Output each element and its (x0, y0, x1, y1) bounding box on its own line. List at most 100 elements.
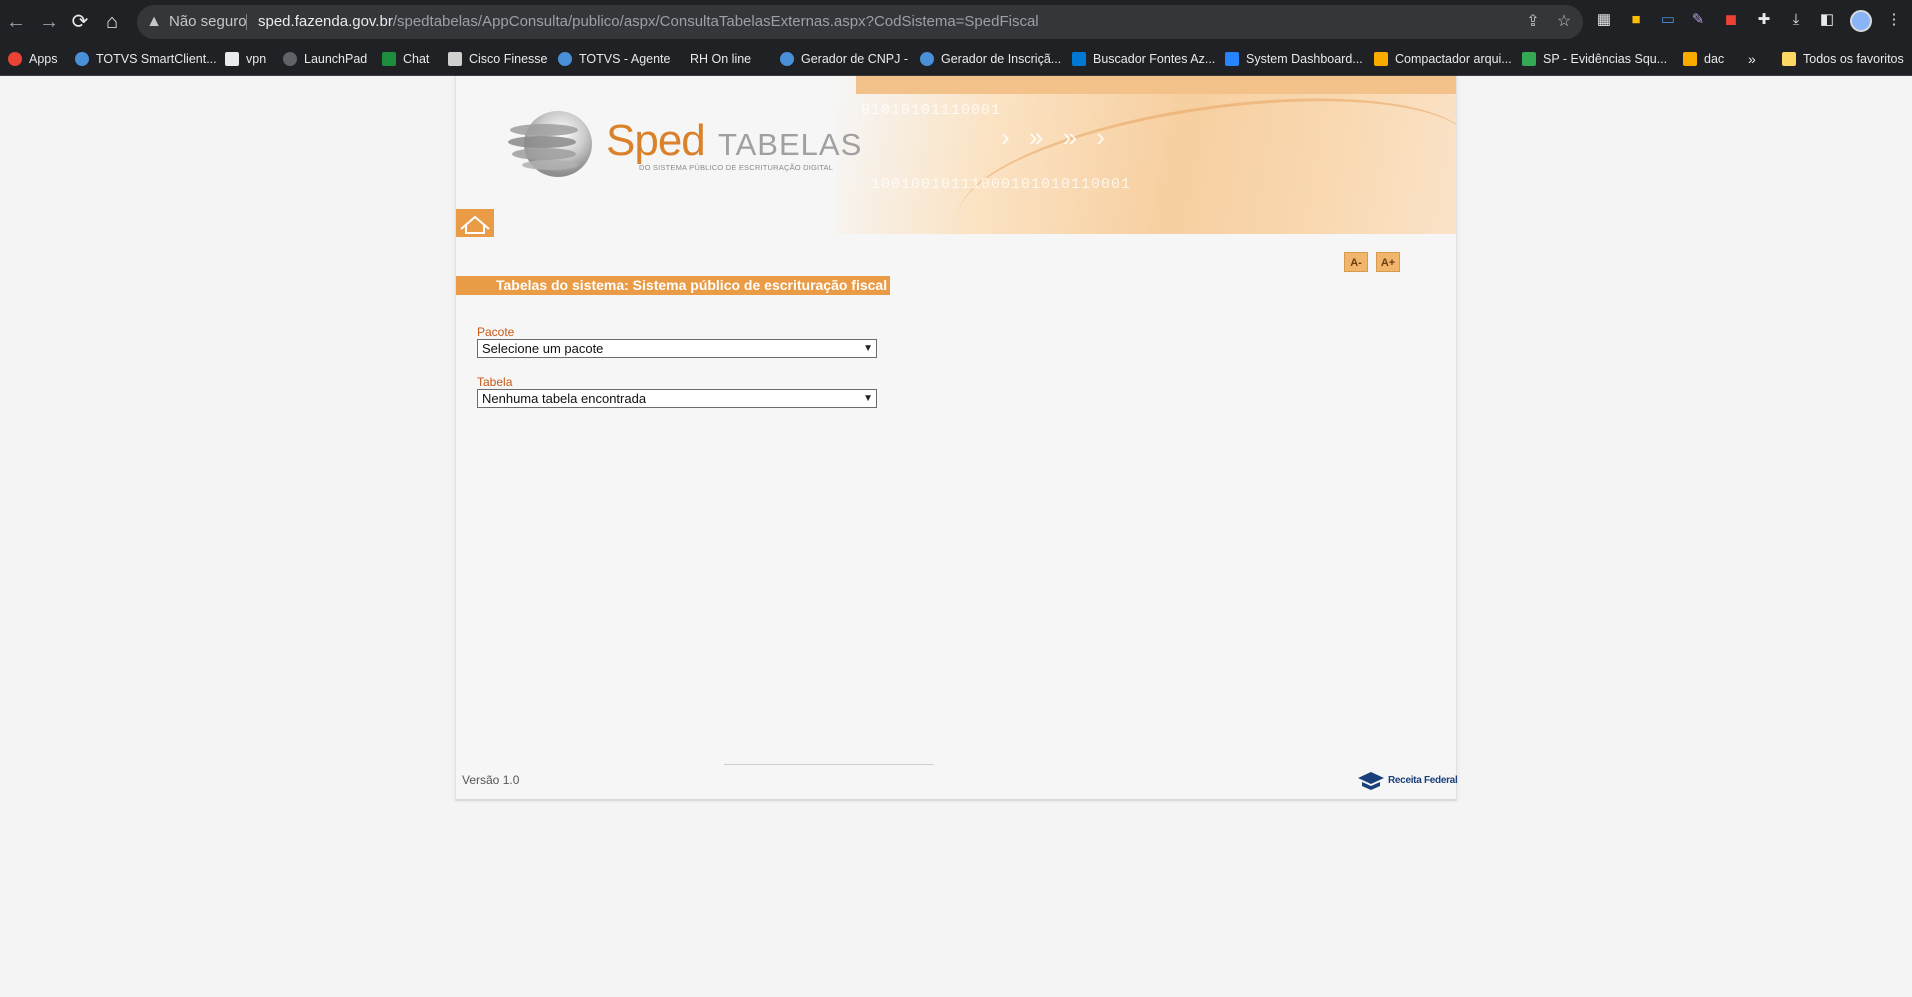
all-bookmarks-label: Todos os favoritos (1803, 52, 1904, 66)
font-decrease-button[interactable]: A- (1344, 252, 1368, 272)
menu-kebab-icon[interactable]: ⋮ (1885, 11, 1903, 29)
bookmark-label: Apps (29, 52, 58, 66)
house-icon (460, 215, 490, 234)
bookmark-item[interactable]: System Dashboard... (1225, 50, 1363, 69)
url-path: /spedtabelas/AppConsulta/publico/aspx/Co… (392, 13, 1039, 30)
page-icon (225, 51, 239, 66)
pen-extension-icon[interactable]: ✎ (1689, 11, 1707, 29)
totvs-icon (75, 51, 89, 66)
security-label[interactable]: Não seguro (169, 13, 247, 31)
warning-icon[interactable]: ▲ (145, 13, 163, 31)
bookmark-label: LaunchPad (304, 52, 368, 66)
azure-icon (1072, 51, 1086, 66)
receita-federal-text: Receita Federal (1388, 775, 1458, 786)
notes-extension-icon[interactable]: ■ (1627, 11, 1645, 29)
bookmark-label: Gerador de CNPJ - (801, 52, 908, 66)
bookmark-item[interactable]: RH On line (690, 50, 751, 69)
bookmark-item[interactable]: vpn (225, 50, 266, 69)
forward-icon[interactable]: → (37, 10, 61, 34)
bookmark-star-icon[interactable]: ☆ (1554, 12, 1574, 32)
tabela-select[interactable]: Nenhuma tabela encontrada ▼ (477, 389, 877, 408)
chevron-down-icon: ▼ (863, 393, 873, 404)
section-title: Tabelas do sistema: Sistema público de e… (456, 276, 890, 295)
banner-binary-top: 01010101110001 (861, 102, 1002, 119)
compress-icon (1374, 51, 1388, 66)
color-extension-icon[interactable]: ◼ (1722, 11, 1740, 29)
bookmark-item[interactable]: Apps (8, 50, 58, 69)
back-icon[interactable]: ← (4, 10, 28, 34)
generator-icon (920, 51, 934, 66)
banner-stripe (856, 76, 1456, 94)
bookmark-item[interactable]: SP - Evidências Squ... (1522, 50, 1667, 69)
bookmark-label: System Dashboard... (1246, 52, 1363, 66)
profile-avatar[interactable] (1850, 10, 1872, 32)
cisco-icon (448, 51, 462, 66)
browser-toolbar: ← → ⟳ ⌂ ▲ Não seguro sped.fazenda.gov.br… (0, 0, 1912, 44)
logo-subtitle: DO SISTEMA PÚBLICO DE ESCRITURAÇÃO DIGIT… (639, 163, 834, 172)
download-icon[interactable]: ⤓ (1787, 11, 1805, 29)
address-bar[interactable]: ▲ Não seguro sped.fazenda.gov.br/spedtab… (137, 5, 1583, 39)
bookmark-item[interactable]: dac (1683, 50, 1724, 69)
chat-icon (382, 51, 396, 66)
totvs-icon (558, 51, 572, 66)
bookmark-label: TOTVS SmartClient... (96, 52, 217, 66)
bookmark-label: Cisco Finesse (469, 52, 548, 66)
bookmark-item[interactable]: Gerador de CNPJ - (780, 50, 908, 69)
tabela-label: Tabela (477, 375, 513, 389)
share-icon[interactable]: ⇪ (1523, 12, 1543, 32)
bookmark-label: Chat (403, 52, 430, 66)
bookmark-label: RH On line (690, 52, 752, 66)
reload-icon[interactable]: ⟳ (68, 10, 92, 34)
bookmarks-overflow-icon[interactable]: » (1748, 50, 1756, 69)
bookmark-label: vpn (246, 52, 267, 66)
home-icon[interactable]: ⌂ (100, 10, 124, 34)
bookmarks-bar: Apps TOTVS SmartClient... vpn LaunchPad Chat… (0, 44, 1912, 76)
receita-federal-emblem-icon (1358, 772, 1384, 790)
bookmark-item[interactable]: TOTVS - Agente (558, 50, 670, 69)
bookmark-item[interactable]: TOTVS SmartClient... (75, 50, 217, 69)
version-text: Versão 1.0 (462, 773, 520, 787)
screen-extension-icon[interactable]: ▭ (1659, 11, 1677, 29)
bookmark-item[interactable]: Compactador arqui... (1374, 50, 1512, 69)
banner-chevrons-icon: › » » › (1001, 122, 1111, 152)
bookmark-label: TOTVS - Agente (579, 52, 671, 66)
bookmark-item[interactable]: LaunchPad (283, 50, 367, 69)
launchpad-icon (283, 51, 297, 66)
extensions-puzzle-icon[interactable]: ✚ (1755, 11, 1773, 29)
header-banner: 01010101110001 1001001011100010101011000… (456, 76, 1456, 234)
sped-globe-logo-icon (508, 111, 592, 177)
page-container: 01010101110001 1001001011100010101011000… (455, 76, 1458, 801)
url-text[interactable]: sped.fazenda.gov.br/spedtabelas/AppConsu… (258, 13, 1039, 31)
side-panel-icon[interactable]: ◧ (1818, 11, 1836, 29)
qr-extension-icon[interactable]: ▦ (1595, 11, 1613, 29)
bookmark-item[interactable]: Chat (382, 50, 429, 69)
receita-federal-logo: Receita Federal (1356, 770, 1458, 792)
footer-divider (724, 764, 934, 765)
bookmark-label: Gerador de Inscriçã... (941, 52, 1062, 66)
font-increase-button[interactable]: A+ (1376, 252, 1400, 272)
home-button[interactable] (456, 209, 494, 237)
bookmark-label: dac (1704, 52, 1725, 66)
url-host: sped.fazenda.gov.br (258, 13, 393, 30)
apps-grid-icon (8, 51, 22, 66)
banner-binary-bottom: 10010010111000101010110001 (871, 176, 1132, 193)
all-bookmarks-button[interactable]: Todos os favoritos (1782, 50, 1904, 69)
bookmark-item[interactable]: Gerador de Inscriçã... (920, 50, 1061, 69)
folder-icon (1782, 51, 1796, 66)
generator-icon (780, 51, 794, 66)
bookmark-label: Compactador arqui... (1395, 52, 1512, 66)
dac-icon (1683, 51, 1697, 66)
pacote-select[interactable]: Selecione um pacote ▼ (477, 339, 877, 358)
bookmark-item[interactable]: Cisco Finesse (448, 50, 548, 69)
logo-tabelas-text: TABELAS (718, 127, 863, 162)
address-divider (246, 14, 247, 30)
bookmark-item[interactable]: Buscador Fontes Az... (1072, 50, 1215, 69)
jira-icon (1225, 51, 1239, 66)
drive-icon (1522, 51, 1536, 66)
pacote-select-value: Selecione um pacote (482, 341, 604, 356)
bookmark-label: Buscador Fontes Az... (1093, 52, 1216, 66)
chevron-down-icon: ▼ (863, 343, 873, 354)
tabela-select-value: Nenhuma tabela encontrada (482, 391, 647, 406)
pacote-label: Pacote (477, 325, 515, 339)
bookmark-label: SP - Evidências Squ... (1543, 52, 1668, 66)
